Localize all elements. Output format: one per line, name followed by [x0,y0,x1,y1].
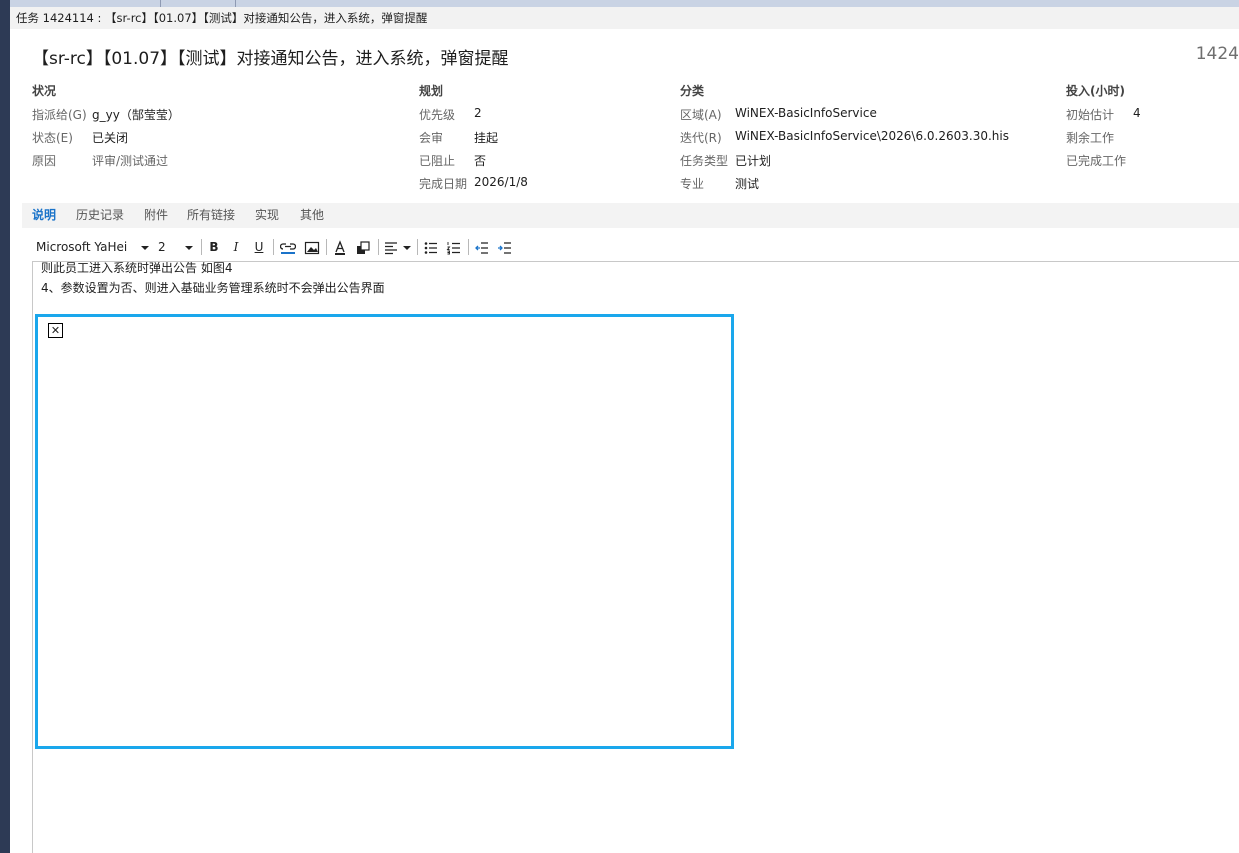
detail-tab-bar: 说明 历史记录 附件 所有链接 实现 其他 [22,203,1239,228]
reason-field[interactable]: 评审/测试通过 [92,152,168,169]
description-line: 4、参数设置为否、则进入基础业务管理系统时不会弹出公告界面 [41,281,385,295]
triage-field[interactable]: 挂起 [474,129,498,146]
font-size-dropdown-icon[interactable] [184,234,194,260]
rich-text-toolbar: Microsoft YaHei 2 B I U [22,234,1239,260]
numbered-list-icon[interactable] [445,234,463,260]
original-estimate-label: 初始估计 [1066,108,1115,122]
state-field[interactable]: 已关闭 [92,129,128,146]
underline-button[interactable]: U [251,234,267,260]
tab-other[interactable]: 其他 [300,203,324,228]
insert-link-icon[interactable] [279,234,297,260]
bullet-list-icon[interactable] [422,234,440,260]
triage-label: 会审 [419,131,444,145]
font-family-select[interactable]: Microsoft YaHei [36,234,136,260]
highlight-icon[interactable] [354,234,372,260]
tab-divider [160,0,161,7]
toolbar-separator [326,239,327,255]
completed-work-label: 已完成工作 [1066,154,1127,168]
remaining-work-label: 剩余工作 [1066,131,1115,145]
font-color-icon[interactable] [331,234,349,260]
window-title: 任务 1424114 : 【sr-rc】【01.07】【测试】对接通知公告，进入… [10,7,1239,29]
area-field[interactable]: WiNEX-BasicInfoService [735,106,877,120]
indent-icon[interactable] [496,234,514,260]
blocked-field[interactable]: 否 [474,152,486,169]
task-type-label: 任务类型 [680,154,729,168]
toolbar-separator [201,239,202,255]
tab-all-links[interactable]: 所有链接 [187,203,235,228]
section-planning-heading: 规划 [419,84,444,98]
document-tab-strip [10,0,1239,7]
tab-history[interactable]: 历史记录 [76,203,124,228]
original-estimate-field[interactable]: 4 [1133,106,1141,120]
tab-attachments[interactable]: 附件 [144,203,168,228]
iteration-label: 迭代(R) [680,131,722,145]
toolbar-separator [378,239,379,255]
finish-date-field[interactable]: 2026/1/8 [474,175,528,189]
font-family-dropdown-icon[interactable] [140,234,150,260]
discipline-field[interactable]: 测试 [735,175,759,192]
finish-date-label: 完成日期 [419,177,468,191]
priority-label: 优先级 [419,108,456,122]
reason-label: 原因 [32,154,57,168]
tab-implementation[interactable]: 实现 [255,203,279,228]
blocked-label: 已阻止 [419,154,456,168]
insert-image-icon[interactable] [303,234,321,260]
toolbar-separator [417,239,418,255]
left-window-edge [0,0,10,853]
area-label: 区域(A) [680,108,722,122]
priority-field[interactable]: 2 [474,106,482,120]
assigned-to-label: 指派给(G) [32,108,87,122]
font-size-select[interactable]: 2 [158,234,178,260]
align-dropdown-icon[interactable] [402,234,412,260]
embedded-image-selection[interactable]: ✕ [35,314,734,749]
section-classification-heading: 分类 [680,84,705,98]
toolbar-separator [468,239,469,255]
section-effort-heading: 投入(小时) [1066,84,1125,98]
section-status-heading: 状况 [32,84,57,98]
description-line: 则此员工进入系统时弹出公告 如图4 [41,261,233,275]
assigned-to-field[interactable]: g_yy（郜莹莹） [92,106,180,123]
state-label: 状态(E) [32,131,73,145]
toolbar-separator [273,239,274,255]
bold-button[interactable]: B [206,234,222,260]
outdent-icon[interactable] [473,234,491,260]
work-item-title[interactable]: 【sr-rc】【01.07】【测试】对接通知公告，进入系统，弹窗提醒 [32,44,509,69]
italic-button[interactable]: I [228,234,244,260]
discipline-label: 专业 [680,177,705,191]
tab-divider [235,0,236,7]
align-left-icon[interactable] [382,234,400,260]
tab-description[interactable]: 说明 [32,203,56,228]
task-type-field[interactable]: 已计划 [735,152,771,169]
broken-image-icon: ✕ [48,323,63,338]
work-item-id: 1424 [1195,44,1239,64]
iteration-field[interactable]: WiNEX-BasicInfoService\2026\6.0.2603.30.… [735,129,1009,143]
description-editor[interactable]: 则此员工进入系统时弹出公告 如图4 4、参数设置为否、则进入基础业务管理系统时不… [32,261,1239,853]
